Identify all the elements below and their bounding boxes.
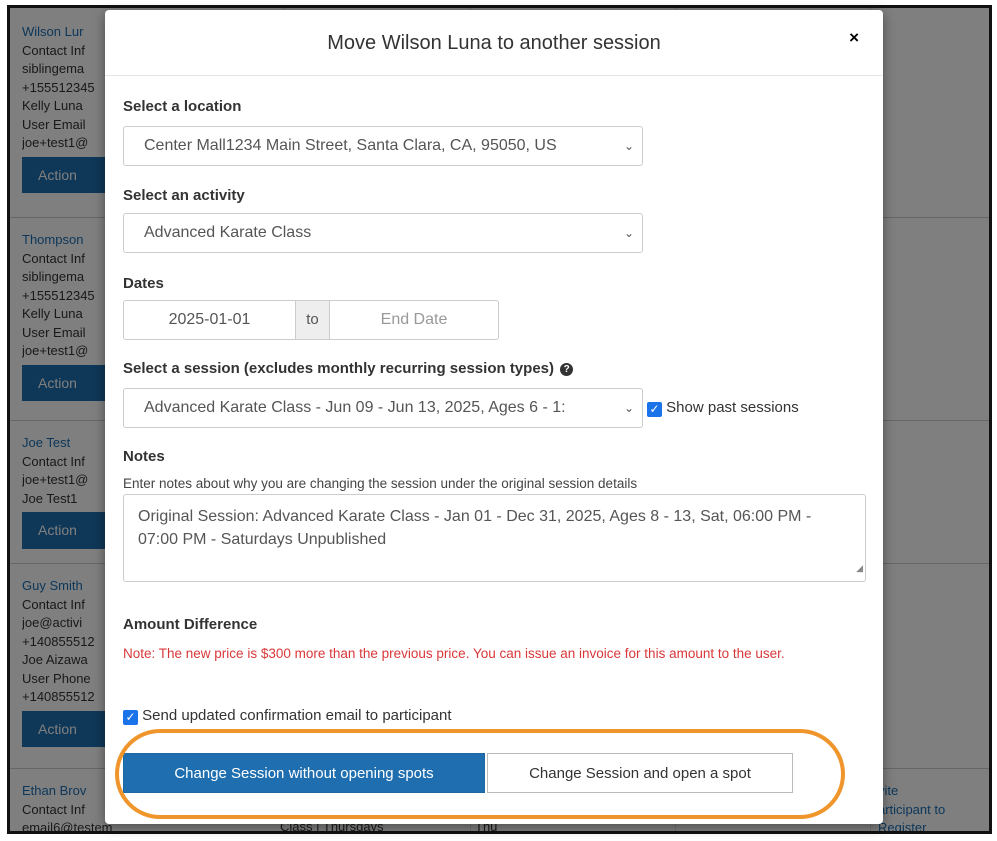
session-select-value: Advanced Karate Class - Jun 09 - Jun 13,…	[144, 399, 566, 416]
modal-header: Move Wilson Luna to another session ×	[105, 10, 883, 76]
show-past-sessions-toggle[interactable]: ✓ Show past sessions	[647, 399, 799, 417]
show-past-sessions-label: Show past sessions	[666, 399, 799, 416]
date-to-label: to	[296, 300, 329, 340]
chevron-down-icon: ⌄	[623, 139, 634, 153]
location-label: Select a location	[123, 98, 242, 115]
activity-select-value: Advanced Karate Class	[144, 224, 312, 241]
session-label-text: Select a session (excludes monthly recur…	[123, 360, 554, 377]
notes-value: Original Session: Advanced Karate Class …	[138, 508, 812, 548]
notes-textarea[interactable]: Original Session: Advanced Karate Class …	[123, 494, 866, 582]
move-session-modal: Move Wilson Luna to another session × Se…	[105, 10, 883, 824]
close-icon[interactable]: ×	[849, 28, 859, 48]
change-session-without-opening-button[interactable]: Change Session without opening spots	[123, 753, 485, 793]
location-select[interactable]: Center Mall1234 Main Street, Santa Clara…	[123, 126, 643, 166]
session-select[interactable]: Advanced Karate Class - Jun 09 - Jun 13,…	[123, 388, 643, 428]
start-date-input[interactable]: 2025-01-01	[123, 300, 296, 340]
checkbox-checked-icon[interactable]: ✓	[647, 402, 662, 417]
session-label: Select a session (excludes monthly recur…	[123, 360, 574, 377]
amount-difference-note: Note: The new price is $300 more than th…	[123, 646, 785, 661]
resize-handle-icon[interactable]: ◢	[856, 557, 863, 580]
question-icon[interactable]: ?	[560, 363, 574, 376]
end-date-input[interactable]: End Date	[329, 300, 499, 340]
notes-label: Notes	[123, 448, 165, 465]
dates-label: Dates	[123, 275, 164, 292]
chevron-down-icon: ⌄	[623, 401, 634, 415]
change-session-open-spot-button[interactable]: Change Session and open a spot	[487, 753, 793, 793]
activity-label: Select an activity	[123, 187, 245, 204]
modal-title: Move Wilson Luna to another session	[327, 32, 661, 54]
chevron-down-icon: ⌄	[623, 226, 634, 240]
checkbox-checked-icon[interactable]: ✓	[123, 710, 138, 725]
send-email-label: Send updated confirmation email to parti…	[142, 707, 452, 724]
amount-difference-label: Amount Difference	[123, 616, 258, 633]
notes-help-text: Enter notes about why you are changing t…	[123, 476, 638, 491]
location-select-value: Center Mall1234 Main Street, Santa Clara…	[144, 137, 557, 154]
send-email-toggle[interactable]: ✓ Send updated confirmation email to par…	[123, 707, 452, 725]
activity-select[interactable]: Advanced Karate Class ⌄	[123, 213, 643, 253]
date-range: 2025-01-01 to End Date	[123, 300, 499, 340]
